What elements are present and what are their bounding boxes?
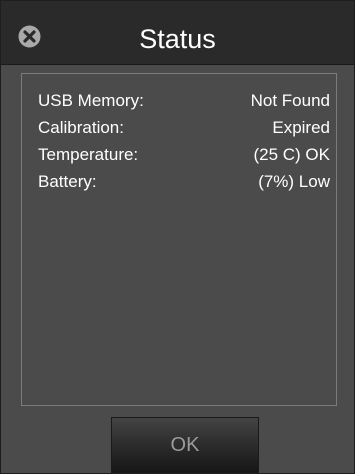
status-row-usb-memory: USB Memory: Not Found <box>38 89 330 113</box>
status-label: Battery: <box>38 172 97 191</box>
status-value: (7%) Low <box>258 172 330 191</box>
status-label: USB Memory: <box>38 91 144 110</box>
title-bar: Status <box>1 1 354 65</box>
status-panel: USB Memory: Not Found Calibration: Expir… <box>21 73 337 406</box>
status-dialog: Status USB Memory: Not Found Calibration… <box>0 0 355 474</box>
status-row-battery: Battery: (7%) Low <box>38 170 330 194</box>
status-label: Temperature: <box>38 145 139 164</box>
status-value: Expired <box>272 118 330 137</box>
status-label: Calibration: <box>38 118 124 137</box>
dialog-title: Status <box>139 24 216 54</box>
ok-button[interactable]: OK <box>111 417 259 473</box>
status-value: Not Found <box>250 91 330 110</box>
status-row-temperature: Temperature: (25 C) OK <box>38 143 330 167</box>
status-value: (25 C) OK <box>253 145 330 164</box>
status-row-calibration: Calibration: Expired <box>38 116 330 140</box>
